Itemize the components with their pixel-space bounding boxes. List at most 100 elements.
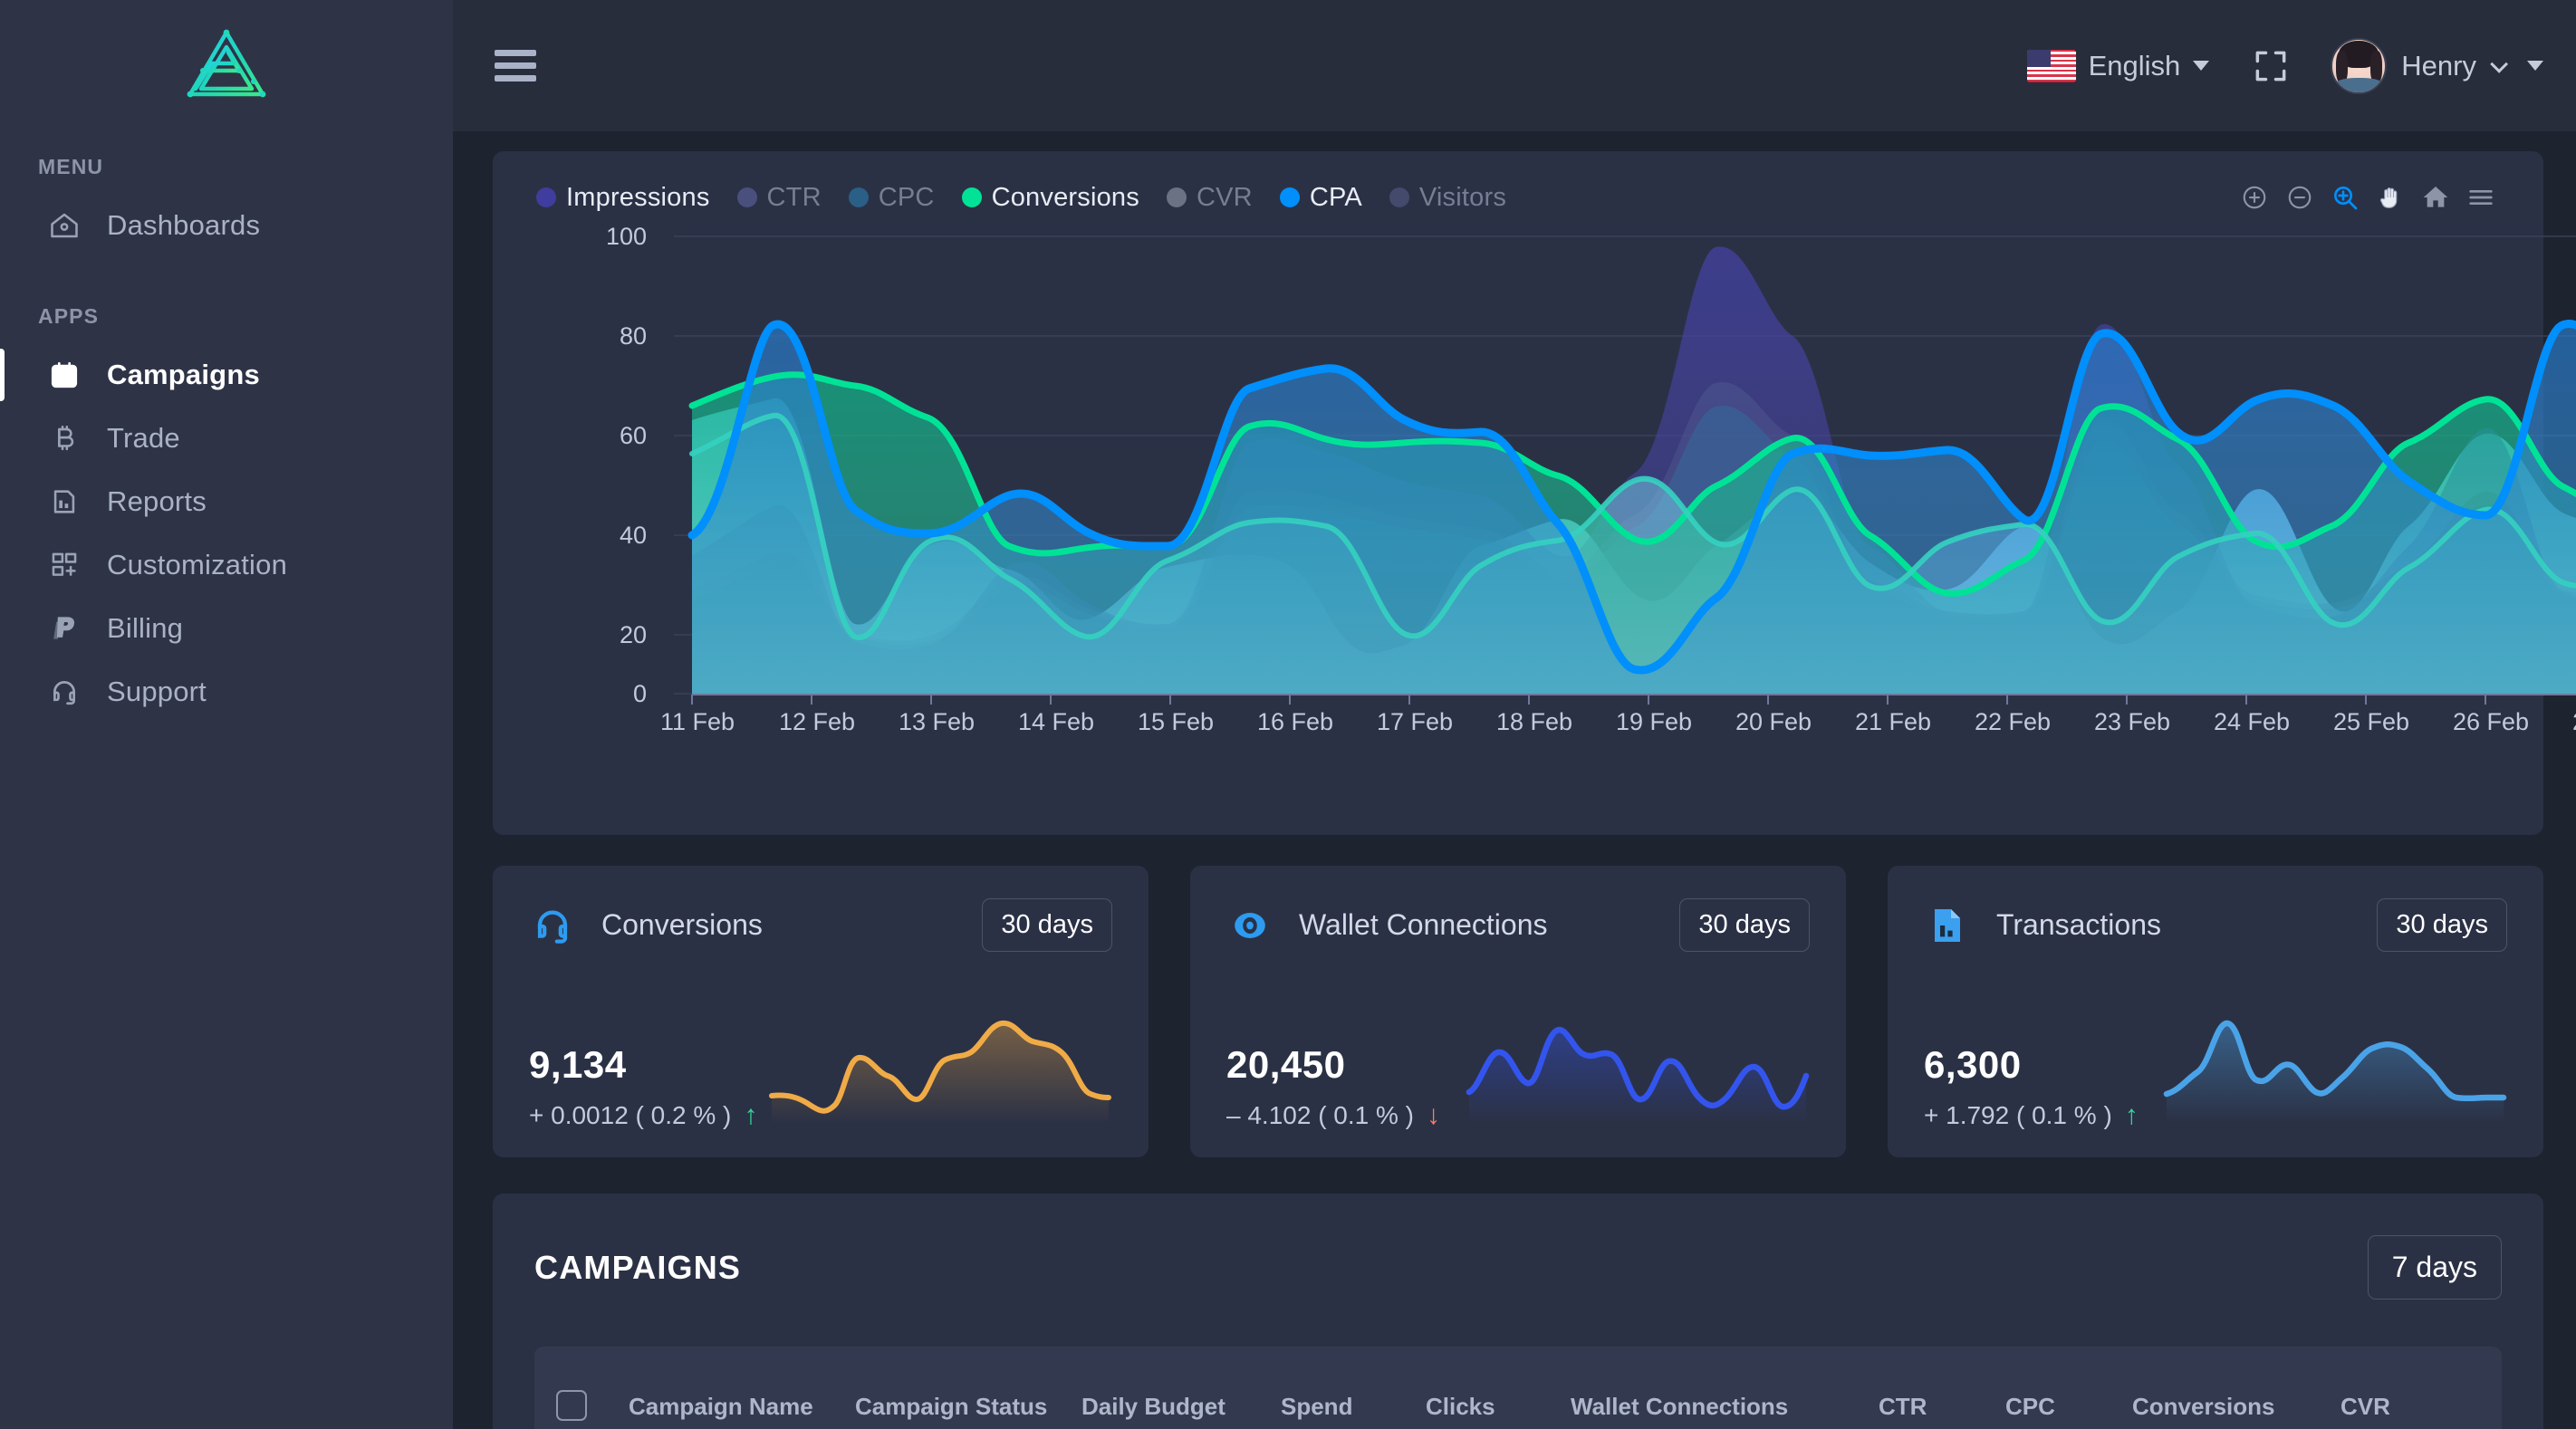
column-header-campaign-status[interactable]: Campaign Status	[855, 1393, 1081, 1421]
period-badge[interactable]: 30 days	[982, 898, 1112, 952]
sidebar-item-reports[interactable]: Reports	[0, 470, 453, 533]
zoom-in-icon[interactable]	[2239, 182, 2270, 213]
content-area: Impressions CTR CPC Conversions CVR CPA …	[453, 131, 2576, 1429]
select-all-checkbox[interactable]	[556, 1390, 587, 1421]
legend-dot	[536, 187, 556, 207]
campaigns-header: CAMPAIGNS 7 days	[534, 1235, 2502, 1300]
legend-label: CPA	[1309, 182, 1362, 212]
caret-down-icon	[2527, 61, 2543, 71]
svg-text:60: 60	[620, 422, 647, 449]
legend-dot	[736, 187, 757, 207]
column-header-ctr[interactable]: CTR	[1879, 1393, 2005, 1421]
stat-card-header: Conversions 30 days	[529, 898, 1112, 952]
stat-values: 9,134 + 0.0012 ( 0.2 % ) ↑	[529, 1043, 757, 1130]
campaigns-table-header: Campaign Name Campaign Status Daily Budg…	[534, 1347, 2502, 1429]
stat-card-title: Conversions	[601, 908, 763, 941]
chart-toolbar	[2239, 182, 2502, 213]
file-chart-icon	[1924, 902, 1971, 949]
legend-item-cpa[interactable]: CPA	[1279, 182, 1362, 213]
stat-delta: + 0.0012 ( 0.2 % ) ↑	[529, 1101, 757, 1130]
legend-item-impressions[interactable]: Impressions	[536, 183, 710, 213]
period-badge[interactable]: 30 days	[1679, 898, 1810, 952]
stat-card-header: Transactions 30 days	[1924, 898, 2507, 952]
chart-legend: Impressions CTR CPC Conversions CVR CPA …	[536, 183, 1506, 213]
select-all-checkbox-cell	[556, 1390, 629, 1421]
stat-values: 20,450 – 4.102 ( 0.1 % ) ↓	[1226, 1043, 1440, 1130]
legend-label: CPC	[878, 182, 935, 212]
calendar-icon	[47, 358, 82, 392]
column-header-clicks[interactable]: Clicks	[1426, 1393, 1571, 1421]
campaigns-panel: CAMPAIGNS 7 days Campaign Name Campaign …	[493, 1194, 2543, 1429]
legend-item-conversions[interactable]: Conversions	[961, 183, 1139, 213]
stat-card-title: Transactions	[1996, 908, 2161, 941]
trend-up-icon: ↑	[744, 1100, 758, 1130]
svg-text:26 Feb: 26 Feb	[2453, 708, 2529, 734]
file-chart-glyph	[1935, 908, 1960, 942]
sidebar-item-trade[interactable]: Trade	[0, 407, 453, 470]
user-menu[interactable]: Henry	[2331, 37, 2543, 94]
selection-zoom-icon[interactable]	[2330, 182, 2360, 213]
menu-icon[interactable]	[2465, 182, 2496, 213]
chart-svg: 100 80 60 40 20 0 11 Feb 12 Feb 13 Feb 1…	[606, 227, 2576, 734]
svg-text:25 Feb: 25 Feb	[2333, 708, 2409, 734]
legend-dot	[848, 187, 869, 207]
main-area: English Henry Impressions CTR CPC Conver…	[453, 0, 2576, 1429]
headset-icon	[47, 675, 82, 709]
column-header-spend[interactable]: Spend	[1281, 1393, 1426, 1421]
stat-card-conversions: Conversions 30 days 9,134 + 0.0012 ( 0.2…	[493, 866, 1149, 1157]
analytics-chart-panel: Impressions CTR CPC Conversions CVR CPA …	[493, 151, 2576, 835]
hamburger-icon[interactable]	[495, 43, 536, 88]
sidebar-item-campaigns[interactable]: Campaigns	[0, 343, 453, 407]
brand-logo[interactable]	[0, 0, 453, 131]
sidebar-item-support[interactable]: Support	[0, 660, 453, 724]
svg-text:27 Feb: 27 Feb	[2572, 708, 2576, 734]
grid-plus-icon	[47, 548, 82, 582]
legend-item-cvr[interactable]: CVR	[1166, 183, 1253, 213]
sidebar-item-label: Customization	[107, 549, 288, 580]
sidebar-item-label: Campaigns	[107, 359, 260, 390]
headset-icon	[529, 902, 576, 949]
period-badge[interactable]: 30 days	[2377, 898, 2507, 952]
sidebar-item-label: Dashboards	[107, 209, 261, 241]
svg-text:20 Feb: 20 Feb	[1735, 708, 1812, 734]
fullscreen-icon[interactable]	[2251, 46, 2291, 86]
sparkline-transactions	[2163, 1020, 2507, 1123]
sidebar-item-billing[interactable]: Billing	[0, 597, 453, 660]
language-selector[interactable]: English	[2026, 49, 2210, 82]
report-icon	[47, 484, 82, 519]
column-header-cpc[interactable]: CPC	[2005, 1393, 2132, 1421]
svg-text:80: 80	[620, 322, 647, 350]
sparkline-wallet-connections	[1466, 1027, 1810, 1123]
sidebar-item-dashboards[interactable]: Dashboards	[0, 194, 453, 257]
stat-value: 6,300	[1924, 1043, 2022, 1086]
column-header-campaign-name[interactable]: Campaign Name	[629, 1393, 855, 1421]
chart-plot-area[interactable]: 100 80 60 40 20 0 11 Feb 12 Feb 13 Feb 1…	[520, 227, 2576, 789]
zoom-out-icon[interactable]	[2284, 182, 2315, 213]
svg-text:17 Feb: 17 Feb	[1377, 708, 1453, 734]
column-header-daily-budget[interactable]: Daily Budget	[1081, 1393, 1281, 1421]
sidebar-item-label: Reports	[107, 485, 207, 517]
campaigns-period-badge[interactable]: 7 days	[2367, 1235, 2502, 1300]
trend-up-icon: ↑	[2124, 1100, 2139, 1130]
sidebar-section-menu: MENU	[38, 155, 104, 178]
sidebar-item-customization[interactable]: Customization	[0, 533, 453, 597]
stat-delta: – 4.102 ( 0.1 % ) ↓	[1226, 1101, 1440, 1130]
sidebar-item-label: Trade	[107, 422, 180, 454]
column-header-conversions[interactable]: Conversions	[2132, 1393, 2341, 1421]
legend-item-visitors[interactable]: Visitors	[1389, 183, 1506, 213]
legend-label: CTR	[766, 182, 822, 212]
legend-dot	[1389, 187, 1409, 207]
column-header-cvr[interactable]: CVR	[2341, 1393, 2449, 1421]
legend-item-cpc[interactable]: CPC	[848, 182, 935, 213]
column-header-wallet-connections[interactable]: Wallet Connections	[1571, 1393, 1879, 1421]
stat-delta-text: – 4.102 ( 0.1 % )	[1226, 1101, 1415, 1129]
stat-card-body: 6,300 + 1.792 ( 0.1 % ) ↑	[1924, 1003, 2507, 1130]
legend-dot	[1279, 187, 1300, 207]
legend-item-ctr[interactable]: CTR	[736, 182, 822, 213]
avatar	[2331, 37, 2388, 94]
chevron-down-icon	[2490, 54, 2509, 73]
reset-home-icon[interactable]	[2420, 182, 2451, 213]
pan-icon[interactable]	[2375, 182, 2406, 213]
stat-delta: + 1.792 ( 0.1 % ) ↑	[1924, 1101, 2139, 1130]
campaigns-title: CAMPAIGNS	[534, 1248, 742, 1286]
